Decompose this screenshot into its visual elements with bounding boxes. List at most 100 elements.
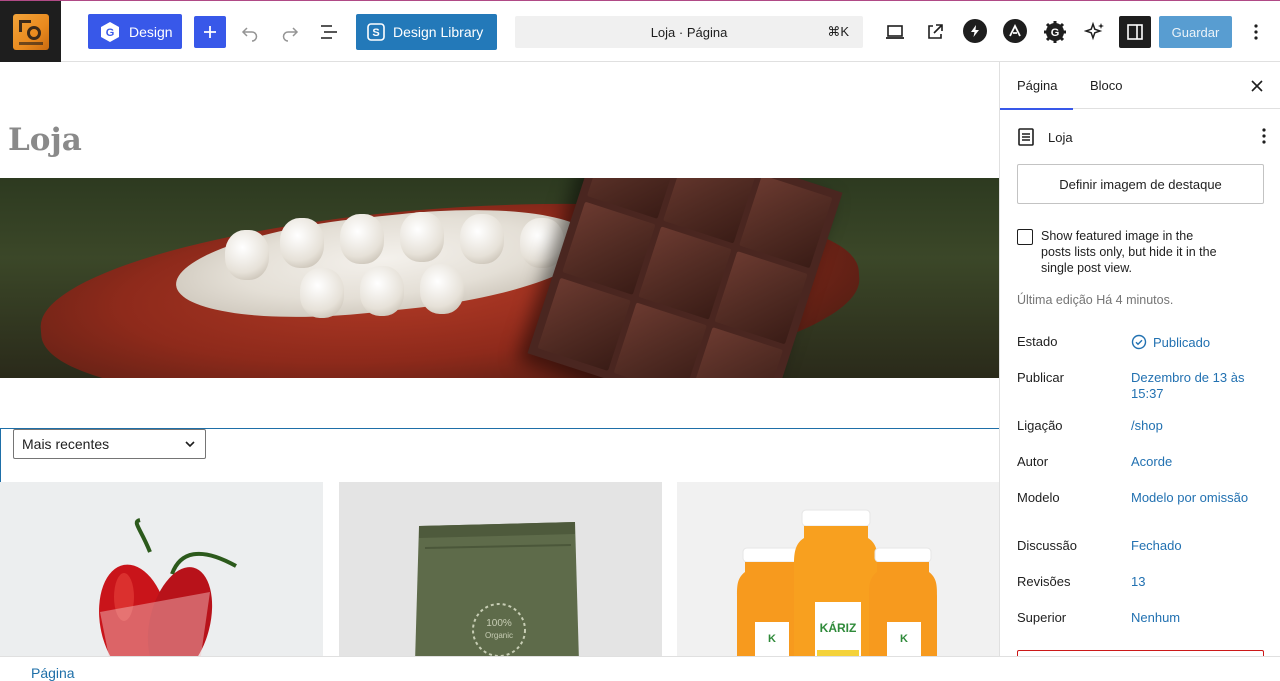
product-card-organic-pouch-image[interactable]: 100% Organic [339,482,662,656]
sort-order-value: Mais recentes [22,436,110,452]
gear-g-icon: G [1044,21,1066,43]
hexagon-g-icon: G [101,21,119,42]
chocolate-bar-shape [527,178,843,378]
external-link-icon [928,24,943,39]
editor-toolbar: G Design S Design Library Loja · Página … [0,0,1280,62]
block-breadcrumb-bar: Página [0,656,1280,681]
options-menu-button[interactable] [1240,16,1272,48]
property-label: Discussão [1017,538,1077,553]
design-button-label: Design [129,23,173,40]
design-library-button[interactable]: S Design Library [356,14,497,50]
design-button[interactable]: G Design [88,14,182,49]
sidebar-tabs: Página Bloco [1000,62,1280,110]
page-document-icon [1018,128,1034,146]
list-view-icon [321,25,337,39]
property-label: Revisões [1017,574,1071,589]
bean [360,266,404,316]
bean [225,230,269,280]
bean [300,268,344,318]
revisions-link[interactable]: 13 [1131,574,1261,590]
preview-button[interactable] [879,16,911,48]
bean [420,264,464,314]
document-summary: Loja [1017,125,1267,149]
add-block-button[interactable] [194,16,226,48]
author-toggle[interactable]: Acorde [1131,454,1261,470]
svg-text:100%: 100% [486,618,512,629]
site-logo-button[interactable] [0,1,61,62]
publish-date-toggle[interactable]: Dezembro de 13 às 15:37 [1131,370,1261,402]
plugin-gear-g-button[interactable]: G [1039,16,1071,48]
tab-block[interactable]: Bloco [1090,62,1123,109]
juice-bottles-illustration: K KÁRIZ K [737,509,937,656]
parent-page-toggle[interactable]: Nenhum [1131,610,1261,626]
red-peppers-illustration [99,518,237,656]
library-s-icon: S [367,23,385,41]
command-palette-bar[interactable]: Loja · Página ⌘K [515,16,863,48]
bean [460,214,504,264]
editor-canvas: Loja Mais recentes 100% Organic K KÁRIZ … [0,62,1000,656]
svg-text:S: S [372,27,379,39]
design-library-label: Design Library [393,24,484,40]
svg-text:KÁRIZ: KÁRIZ [820,620,857,635]
redo-button[interactable] [274,16,306,48]
close-icon [1251,80,1263,92]
vertical-ellipsis-icon [1254,24,1258,40]
permalink-toggle[interactable]: /shop [1131,418,1261,434]
sparkles-icon [1084,21,1104,41]
hide-featured-image-checkbox[interactable] [1017,229,1033,245]
astra-a-icon [1009,24,1021,37]
bolt-icon [971,25,979,37]
property-label: Ligação [1017,418,1063,433]
property-label: Modelo [1017,490,1060,505]
document-name: Loja [1048,129,1073,145]
svg-text:G: G [1051,27,1060,39]
sidebar-panel-icon [1127,24,1143,40]
plugin-astra-button[interactable] [1003,19,1027,43]
bean [280,218,324,268]
command-shortcut: ⌘K [827,24,849,39]
property-label: Autor [1017,454,1049,469]
set-featured-image-button[interactable]: Definir imagem de destaque [1017,164,1264,204]
organic-pouch-illustration: 100% Organic [415,522,579,656]
chevron-down-icon [185,441,195,448]
settings-sidebar-toggle[interactable] [1119,16,1151,48]
redo-icon [282,27,299,42]
bean [400,212,444,262]
product-card-peppers-image[interactable] [0,482,323,656]
template-toggle[interactable]: Modelo por omissão [1131,490,1261,506]
document-actions-button[interactable] [1261,127,1267,148]
document-overview-button[interactable] [313,16,345,48]
status-value: Publicado [1153,335,1211,350]
settings-sidebar: Página Bloco Loja Definir imagem de dest… [999,62,1280,656]
property-label: Publicar [1017,370,1064,385]
property-label: Estado [1017,334,1058,349]
undo-button[interactable] [234,16,266,48]
site-logo-icon [12,13,49,50]
sort-order-select[interactable]: Mais recentes [13,429,206,459]
close-sidebar-button[interactable] [1247,76,1267,96]
document-title: Loja · Página [650,24,728,40]
bean [340,214,384,264]
hero-cocoa-chocolate-image[interactable] [0,178,1000,378]
plugin-bolt-button[interactable] [963,19,987,43]
discussion-toggle[interactable]: Fechado [1131,538,1261,554]
save-button[interactable]: Guardar [1159,16,1232,48]
tab-page[interactable]: Página [1000,62,1075,110]
svg-text:G: G [106,27,115,39]
page-title[interactable]: Loja [8,122,82,158]
product-card-juice-bottles-image[interactable]: K KÁRIZ K [677,482,1000,656]
hide-featured-image-label[interactable]: Show featured image in the posts lists o… [1041,228,1226,276]
status-toggle[interactable]: Publicado [1131,334,1261,351]
laptop-icon [886,25,904,39]
published-check-circle-icon [1131,334,1147,350]
undo-icon [241,27,258,42]
svg-text:Organic: Organic [485,631,513,640]
view-page-button[interactable] [919,16,951,48]
svg-text:K: K [900,633,908,645]
ai-assistant-button[interactable] [1079,16,1111,48]
vertical-ellipsis-icon [1262,128,1266,144]
property-label: Superior [1017,610,1067,625]
last-edited-text: Última edição Há 4 minutos. [1017,293,1174,307]
plus-icon [204,26,216,38]
svg-text:K: K [768,633,776,645]
